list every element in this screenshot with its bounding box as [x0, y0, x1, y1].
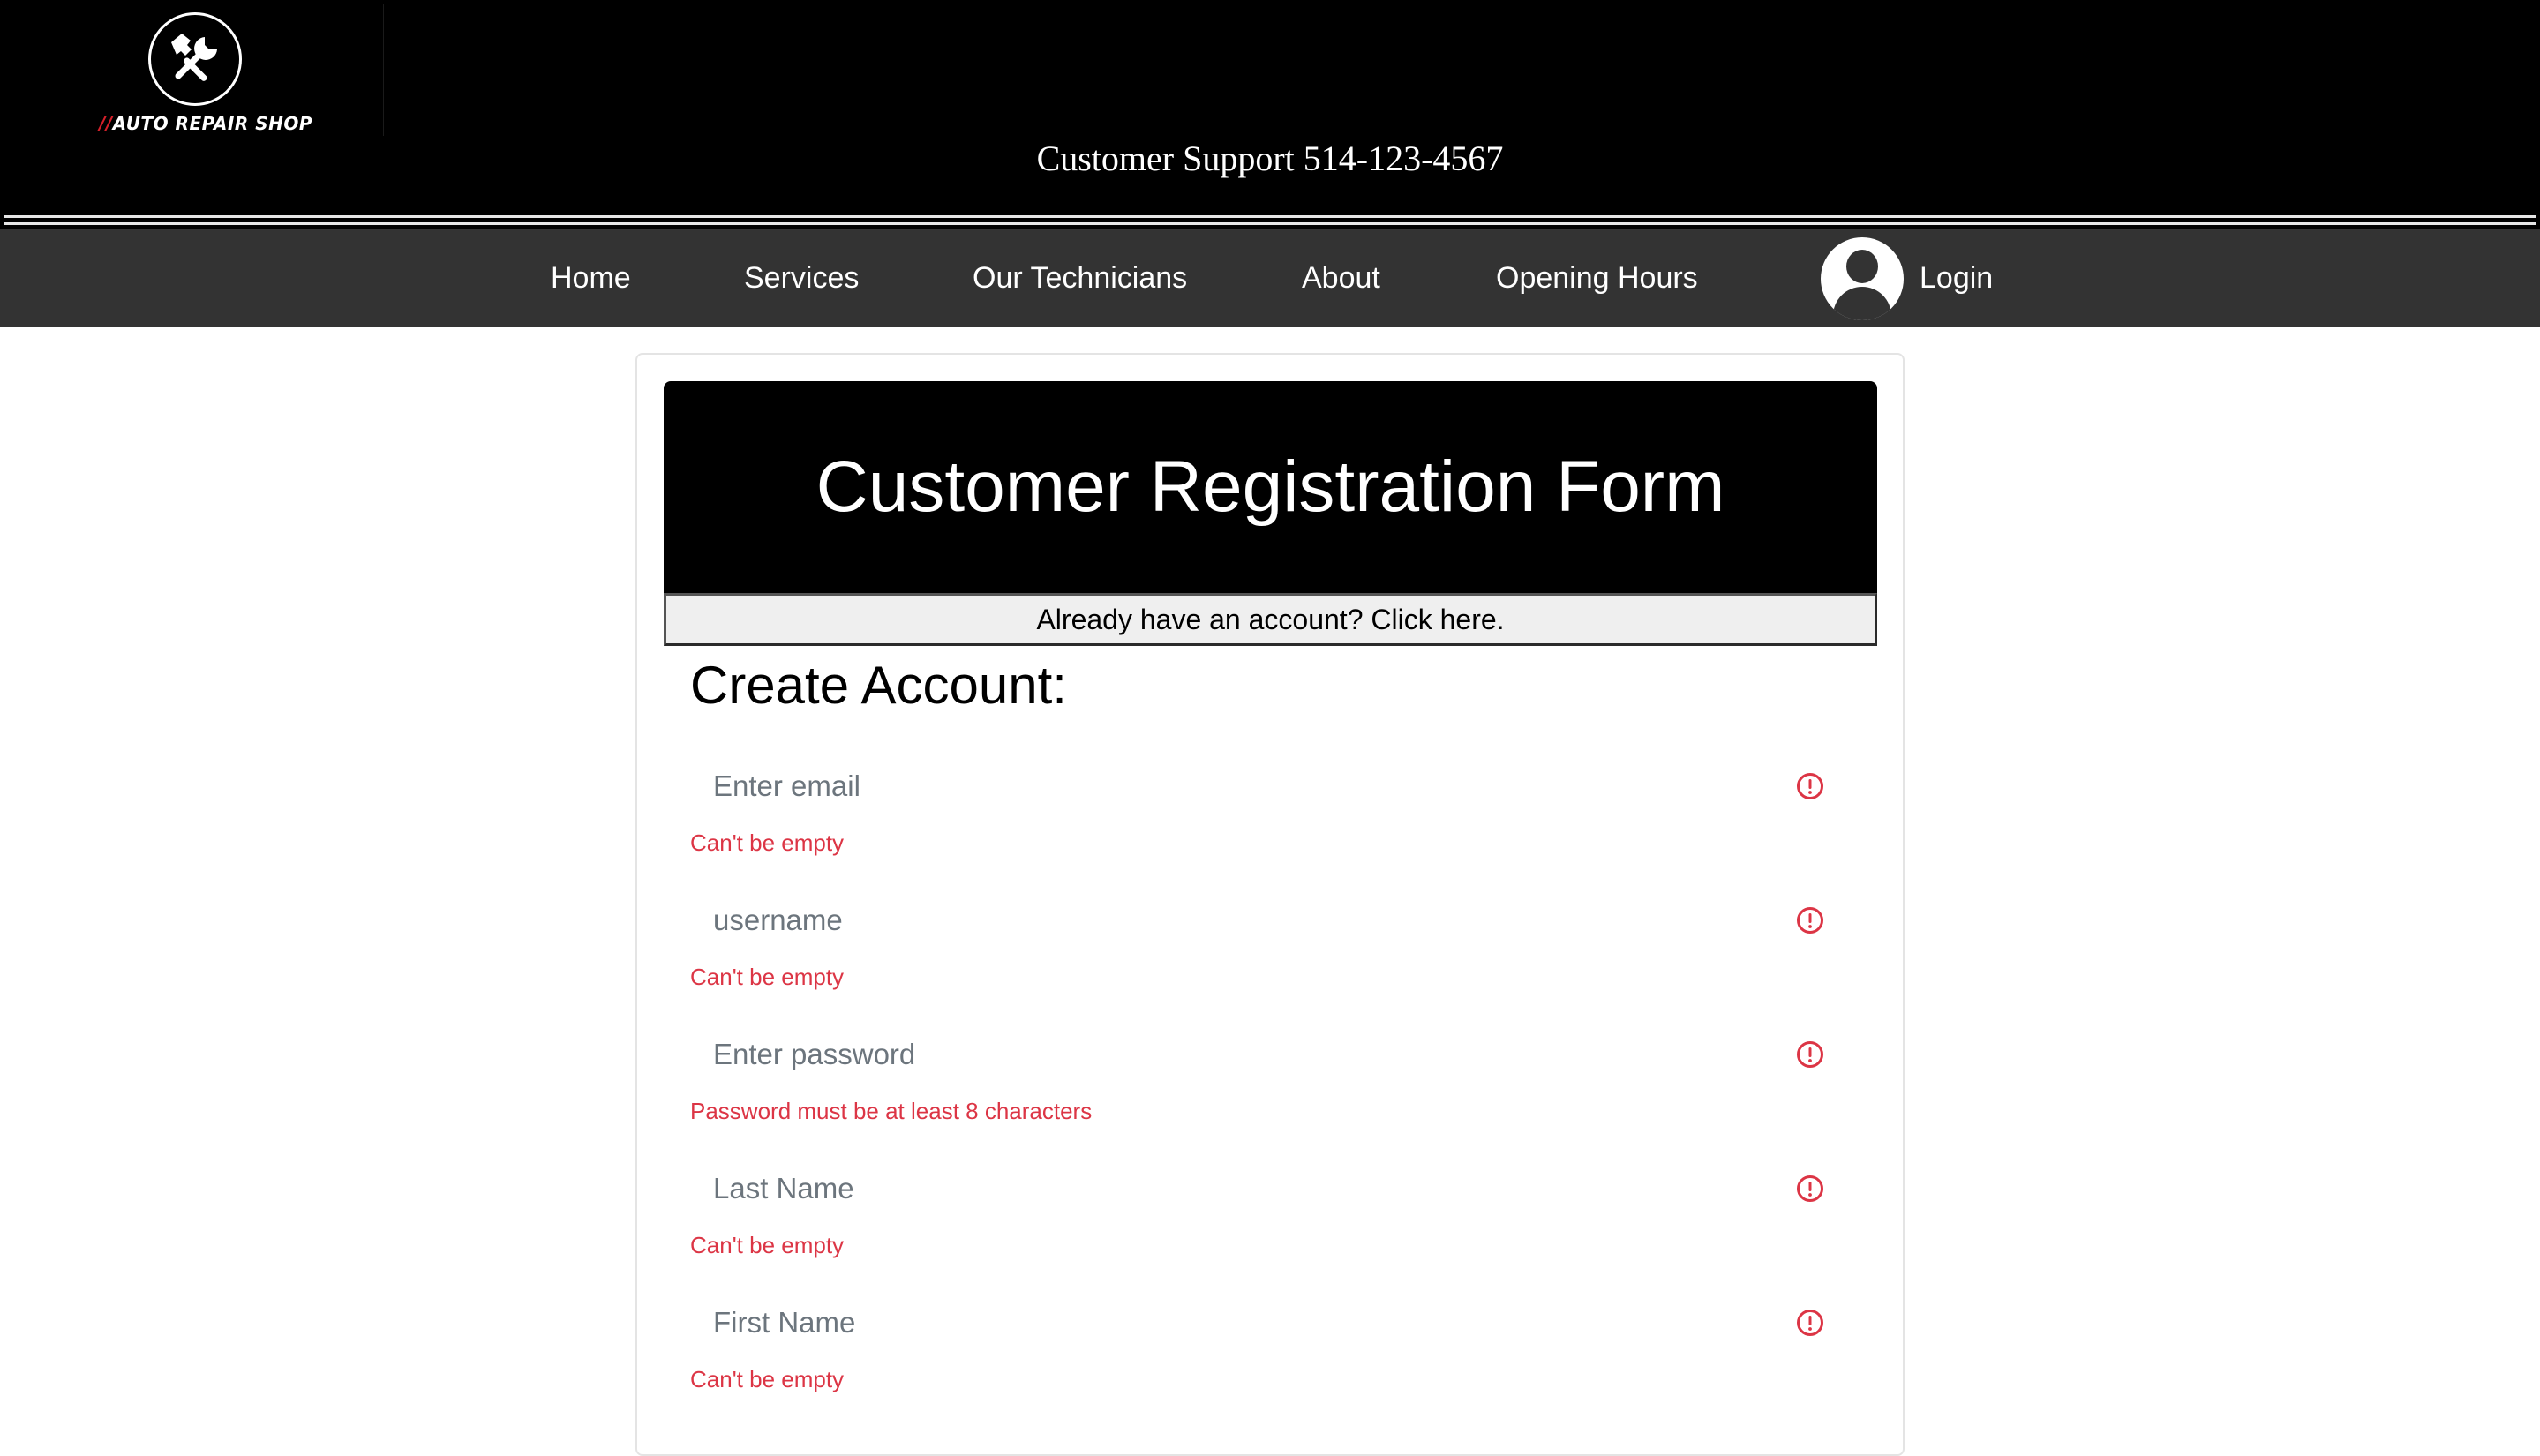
nav-login[interactable]: Login: [1821, 229, 1993, 327]
logo-text: //AUTO REPAIR SHOP: [99, 113, 312, 134]
nav-home[interactable]: Home: [551, 229, 631, 327]
first-name-error: Can't be empty: [690, 1366, 845, 1392]
nav-our-technicians[interactable]: Our Technicians: [973, 229, 1187, 327]
first-name-input[interactable]: [690, 1287, 1851, 1359]
hammer-wrench-icon: [148, 12, 242, 106]
exclamation-circle-icon: [1797, 1310, 1823, 1336]
logo-slashes: //: [99, 113, 113, 134]
exclamation-circle-icon: [1797, 907, 1823, 934]
first-name-field-wrapper: [690, 1287, 1851, 1359]
logo[interactable]: //AUTO REPAIR SHOP: [4, 4, 384, 136]
password-input[interactable]: [690, 1018, 1851, 1091]
email-field-wrapper: [690, 750, 1851, 822]
exclamation-circle-icon: [1797, 1041, 1823, 1068]
password-error: Password must be at least 8 characters: [690, 1098, 1093, 1124]
last-name-input[interactable]: [690, 1152, 1851, 1225]
email-input[interactable]: [690, 750, 1851, 822]
header-divider: [4, 222, 2536, 225]
username-error: Can't be empty: [690, 964, 845, 990]
last-name-error: Can't be empty: [690, 1232, 845, 1258]
nav-about[interactable]: About: [1302, 229, 1380, 327]
last-name-field-wrapper: [690, 1152, 1851, 1225]
login-label: Login: [1920, 261, 1994, 295]
username-input[interactable]: [690, 884, 1851, 957]
username-field-wrapper: [690, 884, 1851, 957]
email-error: Can't be empty: [690, 829, 845, 856]
existing-account-button[interactable]: Already have an account? Click here.: [664, 593, 1877, 646]
customer-support-phone: Customer Support 514-123-4567: [1036, 139, 1504, 178]
exclamation-circle-icon: [1797, 1175, 1823, 1202]
header-divider: [4, 215, 2536, 218]
nav-opening-hours[interactable]: Opening Hours: [1496, 229, 1698, 327]
site-header: //AUTO REPAIR SHOP Customer Support 514-…: [0, 0, 2540, 229]
main-nav: Home Services Our Technicians About Open…: [0, 229, 2540, 327]
user-avatar-icon: [1821, 236, 1904, 320]
exclamation-circle-icon: [1797, 773, 1823, 799]
form-title: Customer Registration Form: [664, 381, 1877, 593]
password-field-wrapper: [690, 1018, 1851, 1091]
logo-label: AUTO REPAIR SHOP: [112, 113, 313, 134]
create-account-heading: Create Account:: [690, 656, 1067, 715]
nav-services[interactable]: Services: [744, 229, 859, 327]
